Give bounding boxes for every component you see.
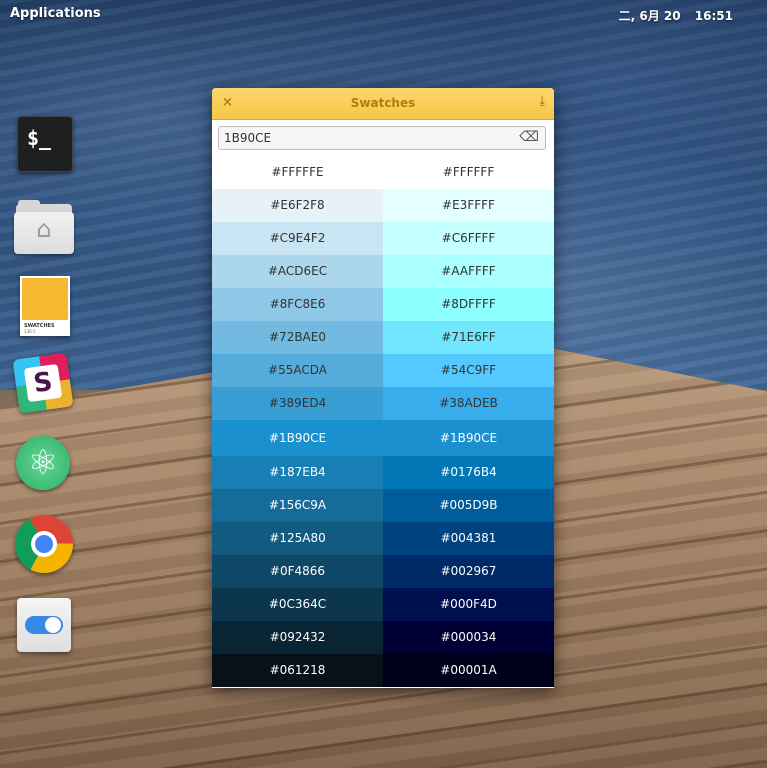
swatch-right-2[interactable]: #C6FFFF <box>383 222 554 255</box>
swatch-right-7[interactable]: #38ADEB <box>383 387 554 420</box>
swatch-right-12[interactable]: #002967 <box>383 555 554 588</box>
swatch-left-6[interactable]: #55ACDA <box>212 354 383 387</box>
swatch-right-9[interactable]: #0176B4 <box>383 456 554 489</box>
clear-icon[interactable]: ⌫ <box>519 129 539 145</box>
top-panel: Applications 二, 6月 20 16:51 <box>0 0 767 28</box>
applications-menu[interactable]: Applications <box>10 6 101 21</box>
swatch-left-3[interactable]: #ACD6EC <box>212 255 383 288</box>
terminal-icon[interactable]: $_ <box>17 116 73 172</box>
swatch-left-4[interactable]: #8FC8E6 <box>212 288 383 321</box>
swatch-left-8[interactable]: #1B90CE <box>212 420 383 456</box>
swatch-right-15[interactable]: #00001A <box>383 654 554 687</box>
panel-clock[interactable]: 二, 6月 20 16:51 <box>609 7 733 24</box>
color-input-value: 1B90CE <box>224 131 272 145</box>
swatch-left-5[interactable]: #72BAE0 <box>212 321 383 354</box>
swatch-right-10[interactable]: #005D9B <box>383 489 554 522</box>
swatch-right-5[interactable]: #71E6FF <box>383 321 554 354</box>
download-icon[interactable]: ⤓ <box>539 94 545 109</box>
swatch-left-7[interactable]: #389ED4 <box>212 387 383 420</box>
swatches-icon-subtext: 136 C <box>24 329 36 334</box>
slack-icon[interactable]: S <box>12 352 74 414</box>
swatches-window: × Swatches ⤓ 1B90CE ⌫ #FFFFFE #E6F2F8 #C9E… <box>212 88 554 688</box>
swatch-right-14[interactable]: #000034 <box>383 621 554 654</box>
swatch-right-8[interactable]: #1B90CE <box>383 420 554 456</box>
swatch-right-1[interactable]: #E3FFFF <box>383 189 554 222</box>
swatch-right-13[interactable]: #000F4D <box>383 588 554 621</box>
swatch-left-12[interactable]: #0F4866 <box>212 555 383 588</box>
swatch-right-6[interactable]: #54C9FF <box>383 354 554 387</box>
swatch-right-11[interactable]: #004381 <box>383 522 554 555</box>
swatch-left-14[interactable]: #092432 <box>212 621 383 654</box>
swatch-right-3[interactable]: #AAFFFF <box>383 255 554 288</box>
swatch-left-15[interactable]: #061218 <box>212 654 383 687</box>
swatch-left-1[interactable]: #E6F2F8 <box>212 189 383 222</box>
swatch-left-0[interactable]: #FFFFFE <box>212 156 383 189</box>
color-input[interactable]: 1B90CE ⌫ <box>218 126 546 150</box>
swatch-left-2[interactable]: #C9E4F2 <box>212 222 383 255</box>
swatches-app-icon[interactable]: SWATCHES 136 C <box>20 276 70 336</box>
panel-date: 二, 6月 20 <box>618 9 681 23</box>
hue-shift-column: #FFFFFF #E3FFFF #C6FFFF #AAFFFF #8DFFFF #71E6… <box>383 156 554 687</box>
terminal-glyph: $_ <box>27 126 52 150</box>
panel-time: 16:51 <box>694 9 733 23</box>
swatch-left-11[interactable]: #125A80 <box>212 522 383 555</box>
swatch-right-4[interactable]: #8DFFFF <box>383 288 554 321</box>
atom-icon[interactable]: ⚛ <box>16 436 70 490</box>
window-titlebar[interactable]: × Swatches ⤓ <box>212 88 554 120</box>
window-title: Swatches <box>350 96 416 110</box>
home-folder-icon[interactable]: ⌂ <box>14 198 74 256</box>
swatch-right-0[interactable]: #FFFFFF <box>383 156 554 189</box>
tints-column: #FFFFFE #E6F2F8 #C9E4F2 #ACD6EC #8FC8E6 #72BA… <box>212 156 383 687</box>
swatch-grid: #FFFFFE #E6F2F8 #C9E4F2 #ACD6EC #8FC8E6 #72BA… <box>212 156 554 687</box>
chrome-icon[interactable] <box>15 515 73 573</box>
system-settings-icon[interactable] <box>17 598 71 652</box>
home-icon: ⌂ <box>36 215 52 243</box>
swatch-left-10[interactable]: #156C9A <box>212 489 383 522</box>
swatch-left-13[interactable]: #0C364C <box>212 588 383 621</box>
swatch-left-9[interactable]: #187EB4 <box>212 456 383 489</box>
search-bar: 1B90CE ⌫ <box>212 120 554 156</box>
